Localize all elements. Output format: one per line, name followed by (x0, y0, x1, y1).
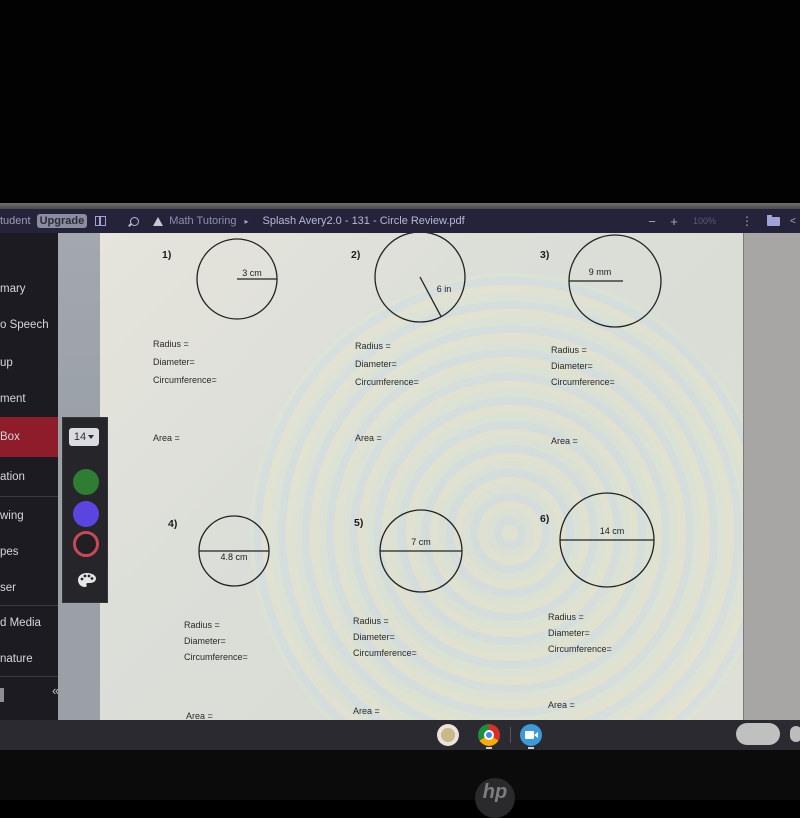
radius-field[interactable]: Radius = (548, 612, 584, 622)
sidebar-item-text-box[interactable]: Box (0, 417, 62, 457)
viewer-controls: − + 100% ⋮ < (641, 214, 800, 229)
notification-icon[interactable] (790, 726, 800, 742)
laptop-bezel (0, 750, 800, 800)
sidebar-item-label: ser (0, 582, 16, 594)
camera-glyph (525, 731, 534, 739)
sidebar-item-0[interactable]: ary (0, 229, 62, 265)
sidebar-item-signature[interactable]: nature (0, 641, 62, 677)
sidebar-item-add-media[interactable]: d Media (0, 605, 62, 641)
chrome-icon[interactable] (478, 724, 500, 746)
sidebar-item-label: nature (0, 653, 33, 665)
sidebar-item-shapes[interactable]: pes (0, 534, 62, 570)
open-folder-icon[interactable] (767, 214, 780, 226)
sidebar-item-comment[interactable]: ment (0, 381, 62, 417)
upgrade-button[interactable]: Upgrade (36, 214, 88, 228)
pdf-page: 1) 3 cm Radius = Diameter= Circumference= Are… (100, 233, 743, 720)
hp-logo: hp (475, 778, 515, 818)
sidebar-item-label: ment (0, 393, 26, 405)
files-app-icon[interactable] (437, 724, 459, 746)
sidebar-toggle-icon[interactable] (95, 216, 107, 226)
zoom-in-button[interactable]: + (663, 214, 685, 229)
color-swatch-black-selected[interactable] (73, 531, 99, 557)
sidebar-divider (0, 496, 62, 497)
google-drive-icon (153, 216, 164, 226)
zoom-app-icon[interactable] (520, 724, 542, 746)
sidebar-item-label: o Speech (0, 319, 49, 331)
sidebar-item-label: wing (0, 510, 24, 522)
breadcrumb-separator-icon: ▸ (244, 216, 249, 226)
sidebar-item-lookup[interactable]: up (0, 345, 62, 381)
text-tool-flyout: 14 (62, 417, 108, 603)
os-shelf (0, 720, 800, 750)
area-field[interactable]: Area = (548, 700, 575, 710)
circle-diagram: 14 cm (559, 492, 655, 588)
breadcrumb-folder[interactable]: Math Tutoring (169, 215, 236, 227)
font-size-dropdown[interactable]: 14 (69, 428, 99, 446)
sidebar-item-label: up (0, 357, 13, 369)
chevron-down-icon (88, 435, 95, 439)
color-swatch-purple[interactable] (73, 501, 99, 527)
status-tray[interactable] (736, 723, 780, 745)
palette-icon[interactable] (77, 572, 97, 588)
more-options-icon[interactable]: ⋮ (741, 214, 753, 228)
chrome-icon-center (484, 730, 494, 740)
color-swatch-green[interactable] (73, 469, 99, 495)
settings-icon[interactable] (0, 688, 4, 702)
search-icon[interactable] (130, 216, 140, 226)
sidebar-item-label: mary (0, 283, 26, 295)
sidebar-item-label: Box (0, 431, 20, 443)
sidebar-item-summary[interactable]: mary (0, 271, 62, 307)
document-gutter-shade (58, 233, 100, 418)
sidebar-item-label: ation (0, 471, 25, 483)
sidebar-item-eraser[interactable]: ser (0, 570, 62, 606)
running-indicator (528, 747, 534, 749)
document-title: Splash Avery2.0 - 131 - Circle Review.pd… (262, 215, 465, 227)
sidebar-item-drawing[interactable]: wing (0, 498, 62, 534)
account-label[interactable]: tudent (0, 215, 31, 227)
sidebar-item-annotation[interactable]: ation (0, 459, 62, 495)
running-indicator (486, 747, 492, 749)
zoom-level[interactable]: 100% (693, 216, 733, 226)
photo-of-screen: tudent Upgrade Math Tutoring ▸ Splash Av… (0, 0, 800, 818)
diameter-field[interactable]: Diameter= (548, 628, 590, 638)
sidebar-item-label: pes (0, 546, 19, 558)
sidebar-item-text-to-speech[interactable]: o Speech (0, 307, 62, 343)
app-top-bar: tudent Upgrade Math Tutoring ▸ Splash Av… (0, 209, 800, 233)
font-size-value: 14 (73, 431, 87, 443)
sidebar-divider (0, 676, 62, 677)
camera-glyph-lens (534, 732, 538, 738)
measurement-label: 14 cm (600, 526, 625, 536)
share-icon[interactable]: < (790, 216, 800, 227)
shelf-separator (510, 727, 511, 743)
tools-sidebar: ary mary o Speech up ment Box ation wing… (0, 233, 62, 720)
sidebar-item-label: d Media (0, 617, 41, 629)
zoom-out-button[interactable]: − (641, 214, 663, 229)
circumference-field[interactable]: Circumference= (548, 644, 612, 654)
right-panel (743, 233, 800, 720)
